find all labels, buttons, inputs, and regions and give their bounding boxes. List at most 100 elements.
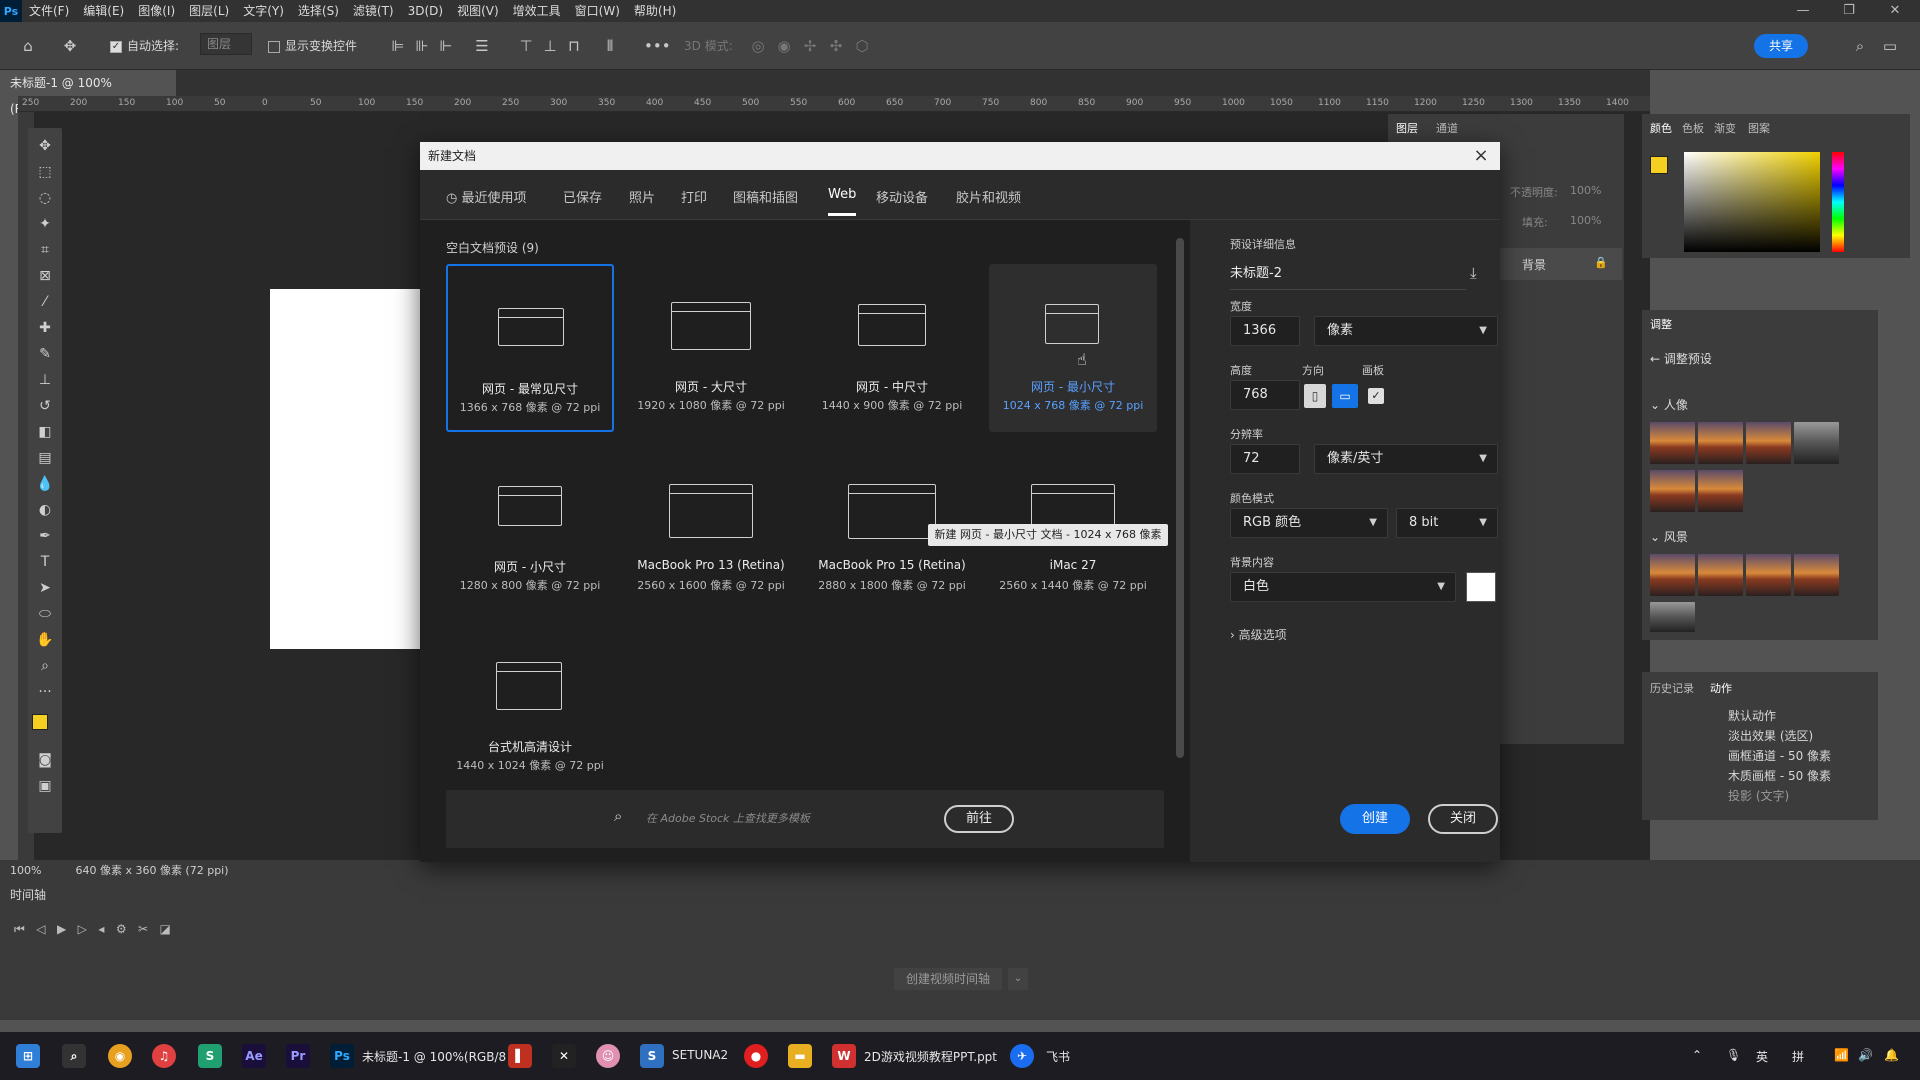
preset-card[interactable]: 网页 - 最常见尺寸 1366 x 768 像素 @ 72 ppi (446, 264, 614, 432)
preset-thumbnail[interactable] (1794, 554, 1839, 596)
move-tool-icon[interactable]: ✥ (35, 136, 55, 156)
music-app-icon[interactable]: ♫ (152, 1044, 176, 1068)
create-video-timeline-button[interactable]: 创建视频时间轴 (894, 968, 1002, 990)
tab-layers[interactable]: 图层 (1396, 120, 1418, 136)
tab-patterns[interactable]: 图案 (1748, 120, 1770, 136)
artboard-checkbox[interactable]: ✓ (1368, 388, 1384, 404)
shape-tool-icon[interactable]: ⬭ (35, 604, 55, 624)
maximize-icon[interactable]: ❐ (1826, 0, 1872, 22)
resolution-input[interactable]: 72 (1230, 444, 1300, 474)
tab-adjustments[interactable]: 调整 (1650, 316, 1672, 332)
menu-item[interactable]: 图像(I) (131, 0, 182, 22)
tab-photo[interactable]: 照片 (629, 187, 655, 206)
color-mode-select[interactable]: RGB 颜色 ▼ (1230, 508, 1388, 538)
frame-tool-icon[interactable]: ⊠ (35, 266, 55, 286)
action-row[interactable]: 画框通道 - 50 像素 (1642, 746, 1831, 766)
crop-tool-icon[interactable]: ⌗ (35, 240, 55, 260)
show-transform-checkbox[interactable]: 显示变换控件 (268, 37, 357, 54)
orbit-3d-icon[interactable]: ◎ (748, 36, 768, 56)
tab-actions[interactable]: 动作 (1710, 680, 1732, 696)
audio-icon[interactable]: ◂ (98, 922, 104, 936)
quick-mask-icon[interactable]: ◙ (35, 750, 55, 770)
tab-channels[interactable]: 通道 (1436, 120, 1458, 136)
auto-select-dropdown[interactable]: 图层 (200, 33, 252, 55)
preset-thumbnail[interactable] (1698, 554, 1743, 596)
scissors-icon[interactable]: ✂ (138, 922, 148, 936)
roll-3d-icon[interactable]: ◉ (774, 36, 794, 56)
document-name-input[interactable]: 未标题-2 (1230, 262, 1466, 290)
app-icon[interactable]: S (198, 1044, 222, 1068)
chevron-up-icon[interactable]: ⌃ (1692, 1048, 1702, 1062)
path-select-icon[interactable]: ➤ (35, 578, 55, 598)
microphone-icon[interactable]: 🎙 (1726, 1048, 1741, 1062)
pan-3d-icon[interactable]: ✢ (800, 36, 820, 56)
premiere-icon[interactable]: Pr (286, 1044, 310, 1068)
play-icon[interactable]: ▶ (57, 922, 66, 936)
menu-item[interactable]: 增效工具 (506, 0, 568, 22)
blur-tool-icon[interactable]: 💧 (35, 474, 55, 494)
action-row[interactable]: 淡出效果 (选区) (1642, 726, 1813, 746)
settings-gear-icon[interactable]: ⚙ (116, 922, 127, 936)
gradient-tool-icon[interactable]: ▤ (35, 448, 55, 468)
horizontal-ruler[interactable]: 250 200 150 100 50 0 50 100 150 200 250 300 350 400 45… (18, 96, 1650, 112)
fg-color-swatch[interactable] (1650, 156, 1668, 174)
tab-web[interactable]: Web (828, 187, 857, 216)
align-middle-icon[interactable]: ⊥ (540, 36, 560, 56)
preset-card[interactable]: 网页 - 大尺寸 1920 x 1080 像素 @ 72 ppi (627, 264, 795, 432)
tab-film[interactable]: 胶片和视频 (956, 187, 1021, 206)
after-effects-icon[interactable]: Ae (242, 1044, 266, 1068)
photoshop-taskbar-label[interactable]: 未标题-1 @ 100%(RGB/8 (362, 1048, 506, 1065)
wifi-icon[interactable]: 📶 (1834, 1048, 1849, 1062)
preset-card[interactable]: 台式机高清设计 1440 x 1024 像素 @ 72 ppi (446, 624, 614, 792)
menu-item[interactable]: 滤镜(T) (346, 0, 401, 22)
more-tools-icon[interactable]: ··· (35, 682, 55, 702)
preset-thumbnail[interactable] (1794, 422, 1839, 464)
advanced-options-toggle[interactable]: › 高级选项 (1230, 626, 1287, 643)
preset-thumbnail[interactable] (1746, 422, 1791, 464)
preset-thumbnail[interactable] (1650, 470, 1695, 512)
menu-item[interactable]: 编辑(E) (76, 0, 131, 22)
menu-item[interactable]: 3D(D) (401, 0, 450, 22)
align-bottom-icon[interactable]: ⊓ (564, 36, 584, 56)
preset-thumbnail[interactable] (1746, 554, 1791, 596)
portrait-orientation-icon[interactable]: ▯ (1304, 384, 1326, 408)
action-row[interactable]: 投影 (文字) (1642, 786, 1789, 806)
volume-icon[interactable]: 🔊 (1858, 1048, 1873, 1062)
preset-card[interactable]: 网页 - 中尺寸 1440 x 900 像素 @ 72 ppi (808, 264, 976, 432)
menu-item[interactable]: 窗口(W) (568, 0, 627, 22)
preset-card[interactable]: 网页 - 小尺寸 1280 x 800 像素 @ 72 ppi (446, 444, 614, 612)
transition-icon[interactable]: ◪ (160, 922, 171, 936)
tab-history[interactable]: 历史记录 (1650, 680, 1694, 696)
preset-thumbnail[interactable] (1650, 422, 1695, 464)
align-top-icon[interactable]: ⊤ (516, 36, 536, 56)
prev-frame-icon[interactable]: ◁ (36, 922, 45, 936)
preset-card[interactable]: MacBook Pro 13 (Retina) 2560 x 1600 像素 @… (627, 444, 795, 612)
document-info[interactable]: 640 像素 x 360 像素 (72 ppi) (75, 862, 228, 878)
healing-brush-icon[interactable]: ✚ (35, 318, 55, 338)
height-input[interactable]: 768 (1230, 380, 1300, 410)
home-icon[interactable]: ⌂ (18, 36, 38, 56)
setuna-icon[interactable]: S (640, 1044, 664, 1068)
app-icon[interactable]: ▌ (508, 1044, 532, 1068)
marquee-tool-icon[interactable]: ⬚ (35, 162, 55, 182)
workspace-icon[interactable]: ▭ (1880, 36, 1900, 56)
notification-icon[interactable]: 🔔 (1884, 1048, 1899, 1062)
chrome-icon[interactable]: ◉ (108, 1044, 132, 1068)
preset-thumbnail[interactable] (1650, 554, 1695, 596)
feishu-icon[interactable]: ✈ (1010, 1044, 1034, 1068)
background-select[interactable]: 白色 ▼ (1230, 572, 1456, 602)
layer-opacity-value[interactable]: 100% (1570, 184, 1601, 197)
ppt-taskbar-label[interactable]: 2D游戏视频教程PPT.ppt (864, 1048, 997, 1065)
screen-mode-icon[interactable]: ▣ (35, 776, 55, 796)
first-frame-icon[interactable]: ⏮ (14, 922, 25, 936)
preset-card[interactable]: 网页 - 最小尺寸 1024 x 768 像素 @ 72 ppi ☝ (989, 264, 1157, 432)
action-row[interactable]: 木质画框 - 50 像素 (1642, 766, 1831, 786)
distribute-icon[interactable]: ☰ (472, 36, 492, 56)
align-left-icon[interactable]: ⊫ (388, 36, 408, 56)
record-icon[interactable]: ● (744, 1044, 768, 1068)
menu-item[interactable]: 图层(L) (182, 0, 236, 22)
pen-tool-icon[interactable]: ✒ (35, 526, 55, 546)
zoom-tool-icon[interactable]: ⌕ (35, 656, 55, 676)
adjust-back[interactable]: ← 调整预设 (1650, 350, 1712, 367)
tab-recent[interactable]: ◷ 最近使用项 (446, 187, 527, 206)
